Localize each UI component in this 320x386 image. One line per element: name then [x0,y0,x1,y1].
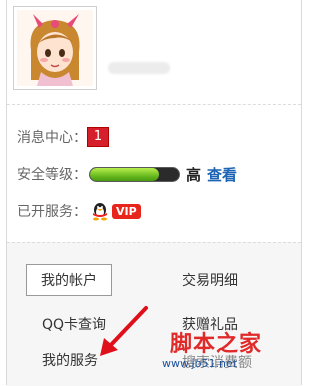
menu-my-services[interactable]: 我的服务 [42,350,98,370]
message-center-label: 消息中心： [17,130,87,146]
services-row: 已开服务： VIP [17,199,141,223]
security-check-link[interactable]: 查看 [207,164,237,185]
message-center-row: 消息中心： 1 [17,125,109,149]
security-level-row: 安全等级： 高 查看 [17,162,237,186]
watermark-logo: 脚本之家 [170,331,263,357]
security-progress-fill [90,167,160,181]
security-level-label: 安全等级： [17,167,87,183]
username-blurred [108,62,170,74]
watermark-url: www.jb51.net [162,357,238,370]
menu-my-account[interactable]: 我的帐户 [26,264,112,296]
pointer-arrow-icon [100,306,148,356]
services-label: 已开服务： [17,204,87,220]
security-progress-bar [89,166,180,182]
menu-transactions[interactable]: 交易明细 [182,270,238,290]
avatar[interactable] [13,6,97,90]
girl-cartoon-avatar-icon [17,10,93,86]
vip-badge[interactable]: VIP [112,203,141,219]
message-count-badge[interactable]: 1 [87,127,109,147]
divider-top [7,104,301,105]
security-level-value: 高 [186,165,202,184]
qq-penguin-icon[interactable] [89,201,111,221]
